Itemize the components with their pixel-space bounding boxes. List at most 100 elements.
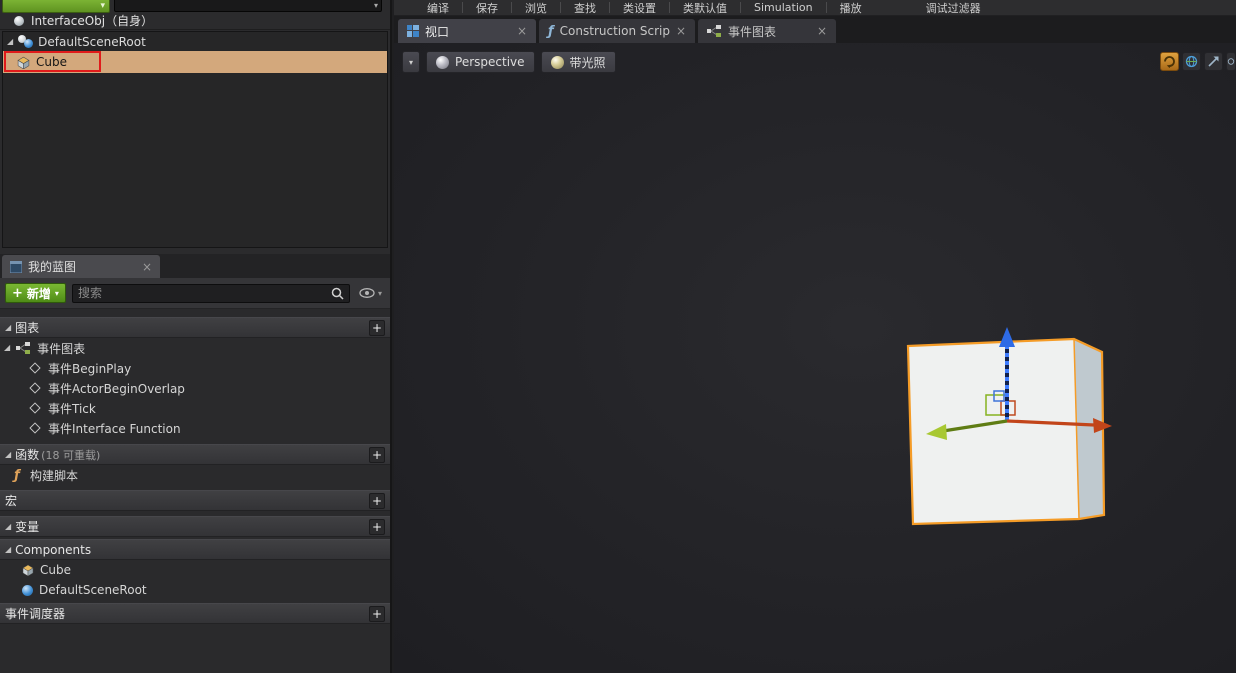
- lit-mode-button[interactable]: 带光照: [540, 51, 616, 73]
- my-blueprint-toolbar: + 新增 ▾ ▾: [0, 278, 390, 309]
- tree-item-defaultsceneroot[interactable]: ◢ DefaultSceneRoot: [3, 32, 387, 51]
- viewport-icon: [407, 25, 419, 37]
- tree-item-label: DefaultSceneRoot: [38, 34, 146, 49]
- row-construction-script[interactable]: ƒ 构建脚本: [0, 465, 390, 485]
- view-options-button[interactable]: ▾: [356, 288, 385, 298]
- surface-snap-button[interactable]: [1182, 52, 1201, 71]
- row-label: 事件BeginPlay: [48, 361, 132, 376]
- play-button[interactable]: 播放: [827, 0, 875, 16]
- row-label: Cube: [40, 563, 71, 577]
- blueprint-panel-icon: [10, 260, 22, 273]
- globe-icon: [1185, 55, 1198, 68]
- simulation-button[interactable]: Simulation: [741, 1, 826, 14]
- world-space-icon: [1164, 56, 1175, 68]
- class-defaults-button[interactable]: 类默认值: [670, 0, 740, 16]
- scene-canvas[interactable]: [394, 43, 1236, 673]
- transform-space-button[interactable]: [1160, 52, 1179, 71]
- row-label: 事件Tick: [48, 401, 96, 416]
- section-label: 事件调度器: [5, 607, 66, 621]
- close-icon[interactable]: ×: [676, 24, 686, 38]
- right-panel: 编译 保存 浏览 查找 类设置 类默认值 Simulation 播放 调试过滤器: [394, 0, 1236, 673]
- left-panel: ▾ ▾ InterfaceObj（自身） ◢ DefaultSceneRoot …: [0, 0, 392, 673]
- add-dispatcher-button[interactable]: +: [369, 605, 385, 622]
- viewport-options-button[interactable]: ▾: [402, 51, 421, 73]
- lit-icon: [550, 55, 564, 69]
- chevron-down-icon: ▾: [377, 288, 382, 298]
- event-node-icon: [29, 422, 41, 434]
- search-icon: [331, 287, 344, 300]
- add-new-label: 新增: [26, 286, 51, 301]
- row-event-tick[interactable]: 事件Tick: [0, 398, 390, 418]
- find-button[interactable]: 查找: [561, 0, 609, 16]
- move-tool-button[interactable]: [1204, 52, 1223, 71]
- expand-arrow-icon: ◢: [5, 449, 12, 459]
- section-event-dispatchers[interactable]: 事件调度器 +: [0, 603, 390, 624]
- perspective-button[interactable]: Perspective: [426, 51, 535, 73]
- debug-filter-dropdown[interactable]: 调试过滤器: [913, 0, 994, 16]
- component-class-dropdown[interactable]: ▾: [114, 0, 382, 12]
- row-label: DefaultSceneRoot: [39, 583, 147, 597]
- row-event-actorbeginoverlap[interactable]: 事件ActorBeginOverlap: [0, 378, 390, 398]
- expand-arrow-icon[interactable]: ◢: [4, 344, 10, 352]
- class-settings-button[interactable]: 类设置: [610, 0, 669, 16]
- cube-icon: [17, 56, 30, 69]
- chevron-down-icon: ▾: [100, 1, 105, 11]
- lit-label: 带光照: [569, 55, 606, 70]
- blueprint-self-row[interactable]: InterfaceObj（自身）: [0, 12, 390, 30]
- row-event-beginplay[interactable]: 事件BeginPlay: [0, 358, 390, 378]
- row-component-cube[interactable]: Cube: [0, 560, 390, 580]
- add-new-button[interactable]: + 新增 ▾: [5, 283, 66, 303]
- section-graphs[interactable]: ◢ 图表 +: [0, 317, 390, 338]
- tab-event-graph[interactable]: 事件图表 ×: [698, 19, 837, 43]
- viewport-3d[interactable]: ▾ Perspective 带光照: [394, 43, 1236, 673]
- section-components[interactable]: ◢ Components: [0, 539, 390, 560]
- row-label: 事件图表: [37, 341, 86, 356]
- section-functions[interactable]: ◢ 函数 (18 可重载) +: [0, 444, 390, 465]
- tab-viewport[interactable]: 视口 ×: [398, 19, 536, 43]
- tab-label: 我的蓝图: [28, 260, 77, 274]
- add-graph-button[interactable]: +: [369, 319, 385, 336]
- row-event-interface-function[interactable]: 事件Interface Function: [0, 418, 390, 438]
- cube-icon: [22, 564, 34, 576]
- blueprint-self-label: InterfaceObj（自身）: [31, 14, 154, 28]
- add-function-button[interactable]: +: [369, 446, 385, 463]
- add-variable-button[interactable]: +: [369, 518, 385, 535]
- document-tabbar: 视口 × ƒ Construction Scrip × 事件图表 ×: [394, 16, 1236, 43]
- section-macros[interactable]: 宏 +: [0, 490, 390, 511]
- expand-arrow-icon[interactable]: ◢: [7, 37, 13, 46]
- event-node-icon: [29, 402, 41, 414]
- close-icon[interactable]: ×: [142, 260, 152, 274]
- rotate-tool-button[interactable]: [1226, 52, 1236, 71]
- plus-icon: +: [12, 285, 23, 301]
- tree-item-cube[interactable]: Cube: [3, 51, 387, 73]
- row-event-graph[interactable]: ◢ 事件图表: [0, 338, 390, 358]
- tab-construction-script[interactable]: ƒ Construction Scrip ×: [539, 19, 696, 43]
- scene-root-icon: [18, 35, 34, 48]
- compile-button[interactable]: 编译: [414, 0, 462, 16]
- tab-my-blueprint[interactable]: 我的蓝图 ×: [2, 255, 160, 278]
- browse-button[interactable]: 浏览: [512, 0, 560, 16]
- chevron-down-icon: ▾: [373, 1, 378, 10]
- search-input[interactable]: [77, 286, 331, 300]
- chevron-down-icon: ▾: [409, 57, 414, 67]
- row-component-defaultsceneroot[interactable]: DefaultSceneRoot: [0, 580, 390, 600]
- eye-icon: [359, 288, 375, 298]
- tab-label: 事件图表: [728, 24, 777, 39]
- object-icon: [14, 15, 24, 26]
- close-icon[interactable]: ×: [517, 24, 527, 38]
- add-macro-button[interactable]: +: [369, 492, 385, 509]
- my-blueprint-tabbar: 我的蓝图 ×: [0, 254, 390, 278]
- row-label: 事件Interface Function: [48, 421, 181, 436]
- close-icon[interactable]: ×: [817, 24, 827, 38]
- event-node-icon: [29, 382, 41, 394]
- section-label: 图表: [15, 321, 40, 335]
- function-icon: ƒ: [14, 467, 20, 483]
- tab-label: 视口: [425, 24, 450, 39]
- my-blueprint-body: ◢ 图表 + ◢ 事件图表 事件BeginPlay 事件ActorBeginOv…: [0, 309, 390, 673]
- chevron-down-icon: ▾: [54, 288, 59, 298]
- save-button[interactable]: 保存: [463, 0, 511, 16]
- tree-item-label: Cube: [36, 55, 67, 69]
- arrow-diagonal-icon: [1208, 56, 1219, 67]
- section-variables[interactable]: ◢ 变量 +: [0, 516, 390, 537]
- gizmo-z-arrowhead[interactable]: [999, 327, 1015, 347]
